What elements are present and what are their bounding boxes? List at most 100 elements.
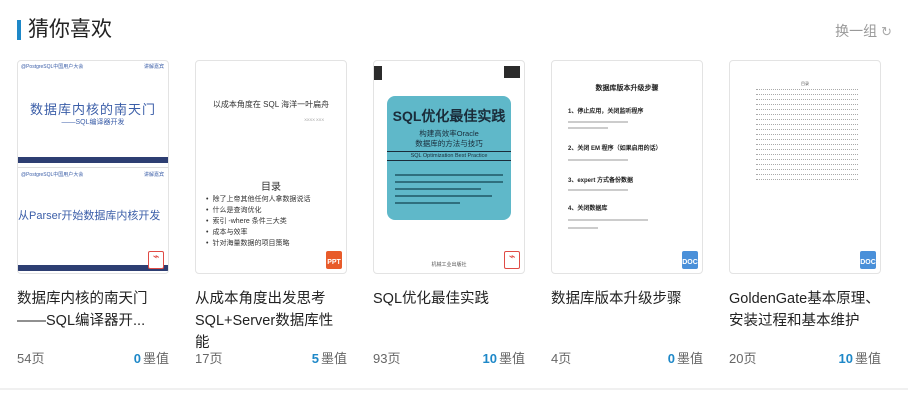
thumb-subtitle: ——SQL编译器开发 <box>61 119 125 126</box>
refresh-button[interactable]: 换一组 ↻ <box>835 22 892 41</box>
doc-thumbnail[interactable]: 以成本角度在 SQL 海洋一叶扁舟 XXXX XXX 目录 除了上帝其他任何人拿… <box>195 60 347 274</box>
thumb-text-line <box>568 219 648 221</box>
page-count: 17页 <box>195 351 223 366</box>
thumb-text-lines <box>395 174 503 209</box>
price-unit: 墨值 <box>142 351 169 366</box>
price-unit: 墨值 <box>854 351 881 366</box>
section-title: 猜你喜欢 <box>28 18 112 41</box>
price-unit: 墨值 <box>676 351 703 366</box>
thumb-footer-bar-2 <box>18 265 168 271</box>
price-value: 10 <box>838 351 853 366</box>
page-count: 93页 <box>373 351 401 366</box>
doc-title[interactable]: 数据库内核的南天门——SQL编译器开... <box>17 288 169 332</box>
thumb-text-line <box>568 121 628 123</box>
ppt-file-icon: PPT <box>326 251 342 269</box>
doc-file-icon: DOC <box>860 251 876 269</box>
doc-title[interactable]: SQL优化最佳实践 <box>373 288 525 310</box>
price-value: 10 <box>482 351 497 366</box>
doc-thumbnail[interactable]: 数据库版本升级步骤 1、停止应用，关闭监听程序 2、关闭 EM 程序（如果启用的… <box>551 60 703 274</box>
toc-line <box>756 109 858 111</box>
thumb-heading: 目录 <box>261 182 281 193</box>
thumb-header-left-2: @PostgreSQL中国用户大会 <box>21 172 84 178</box>
thumb-step: 1、停止应用，关闭监听程序 <box>568 109 644 115</box>
price: 10 墨值 <box>839 348 881 367</box>
thumb-step: 2、关闭 EM 程序（如果启用的话） <box>568 146 662 152</box>
price: 0 墨值 <box>668 348 703 367</box>
thumb-text-line <box>568 127 608 129</box>
doc-file-icon: DOC <box>682 251 698 269</box>
toc-line <box>756 94 858 96</box>
price-value: 5 <box>311 351 319 366</box>
thumb-title: 数据库内核的南天门 <box>29 102 156 117</box>
toc-line <box>756 154 858 156</box>
price-unit: 墨值 <box>320 351 347 366</box>
toc-line <box>756 164 858 166</box>
thumb-footer-bar <box>18 157 168 163</box>
price: 0 墨值 <box>134 348 169 367</box>
toc-line <box>756 159 858 161</box>
toc-line <box>756 119 858 121</box>
price: 10 墨值 <box>483 348 525 367</box>
toc-item: 针对海量数据的项目策略 <box>206 238 310 249</box>
toc-line <box>756 129 858 131</box>
thumb-title: 数据库版本升级步骤 <box>595 85 659 92</box>
doc-title[interactable]: 数据库版本升级步骤 <box>551 288 703 310</box>
doc-card-1[interactable]: @PostgreSQL中国用户大会 讲解嘉宾 数据库内核的南天门 ——SQL编译… <box>17 60 169 366</box>
toc-line <box>756 149 858 151</box>
thumb-spine-mark <box>374 66 382 80</box>
thumb-text-line <box>568 227 598 229</box>
section-header: 猜你喜欢 换一组 ↻ <box>0 0 908 60</box>
thumb-series-logo <box>504 66 520 78</box>
toc-item: 索引 -where 条件三大类 <box>206 216 310 227</box>
page-count: 54页 <box>17 351 45 366</box>
doc-card-3[interactable]: SQL优化最佳实践 构建高效率Oracle 数据库的方法与技巧 SQL Opti… <box>373 60 525 366</box>
toc-line <box>756 114 858 116</box>
section-divider <box>0 388 908 390</box>
toc-line <box>756 89 858 91</box>
doc-thumbnail[interactable]: SQL优化最佳实践 构建高效率Oracle 数据库的方法与技巧 SQL Opti… <box>373 60 525 274</box>
thumb-title: 目录 <box>801 81 809 86</box>
page-count: 20页 <box>729 351 757 366</box>
title-accent-bar <box>17 20 21 40</box>
toc-line <box>756 139 858 141</box>
thumb-title-2: 从Parser开始数据库内核开发 <box>18 210 161 222</box>
thumb-text-line <box>568 189 628 191</box>
doc-thumbnail[interactable]: 目录 DOC <box>729 60 881 274</box>
doc-thumbnail[interactable]: @PostgreSQL中国用户大会 讲解嘉宾 数据库内核的南天门 ——SQL编译… <box>17 60 169 274</box>
doc-card-2[interactable]: 以成本角度在 SQL 海洋一叶扁舟 XXXX XXX 目录 除了上帝其他任何人拿… <box>195 60 347 366</box>
thumb-title: SQL优化最佳实践 <box>392 108 506 124</box>
thumb-step: 4、关闭数据库 <box>568 206 608 212</box>
doc-card-5[interactable]: 目录 DOC GoldenGate基本原理、安装过程和基本维护 20页 10 墨值 <box>729 60 881 366</box>
thumb-publisher: 机械工业出版社 <box>431 262 467 268</box>
toc-line <box>756 124 858 126</box>
thumb-header-right: 讲解嘉宾 <box>143 64 164 70</box>
toc-line <box>756 179 858 181</box>
doc-card-4[interactable]: 数据库版本升级步骤 1、停止应用，关闭监听程序 2、关闭 EM 程序（如果启用的… <box>551 60 703 366</box>
refresh-label[interactable]: 换一组 <box>835 23 877 39</box>
toc-item: 除了上帝其他任何人拿数据说话 <box>206 194 310 205</box>
price: 5 墨值 <box>312 348 347 367</box>
thumb-author: XXXX XXX <box>304 117 324 122</box>
book-cover: SQL优化最佳实践 构建高效率Oracle 数据库的方法与技巧 SQL Opti… <box>387 96 511 220</box>
thumb-title: 以成本角度在 SQL 海洋一叶扁舟 <box>212 100 330 109</box>
doc-title[interactable]: 从成本角度出发思考SQL+Server数据库性能 <box>195 288 347 354</box>
toc-line <box>756 144 858 146</box>
ppt-file-icon: ⌁ <box>148 251 164 269</box>
price-value: 0 <box>133 351 141 366</box>
pdf-file-icon: ⌁ <box>504 251 520 269</box>
toc-line <box>756 169 858 171</box>
refresh-icon[interactable]: ↻ <box>881 23 892 41</box>
page-count: 4页 <box>551 351 572 366</box>
toc-item: 什么是查询优化 <box>206 205 310 216</box>
toc-line <box>756 104 858 106</box>
thumb-subtitle-2: 数据库的方法与技巧 <box>415 139 483 148</box>
thumb-header-right-2: 讲解嘉宾 <box>143 172 164 178</box>
toc-item: 成本与效率 <box>206 227 310 238</box>
price-value: 0 <box>667 351 675 366</box>
thumb-header-left: @PostgreSQL中国用户大会 <box>21 64 84 70</box>
doc-title[interactable]: GoldenGate基本原理、安装过程和基本维护 <box>729 288 881 332</box>
thumb-text-line <box>568 159 628 161</box>
toc-line <box>756 99 858 101</box>
toc-line <box>756 174 858 176</box>
thumb-step: 3、expert 方式备份数据 <box>568 178 634 184</box>
